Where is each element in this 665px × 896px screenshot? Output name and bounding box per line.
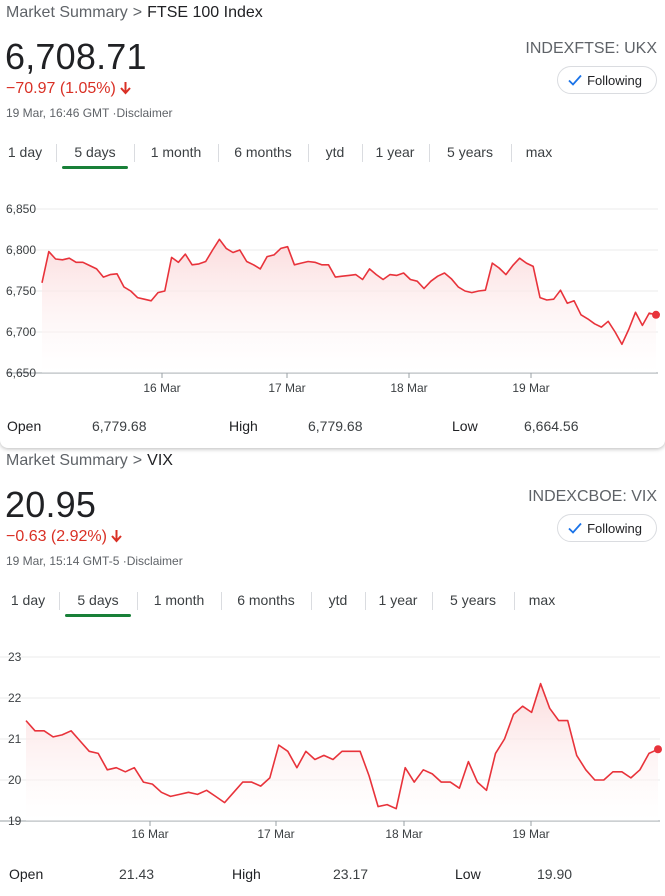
low-label: Low xyxy=(455,866,481,882)
open-label: Open xyxy=(9,866,44,882)
y-tick-label: 20 xyxy=(8,773,22,787)
open-value: 6,779.68 xyxy=(92,418,147,434)
price-chart: 6,850 6,800 6,750 6,700 6,650 16 Mar 17 Mar 18 … xyxy=(6,202,660,395)
last-point-marker xyxy=(652,310,660,319)
stats-row: Open 6,779.68 High 6,779.68 Low 6,664.56 xyxy=(0,418,665,438)
x-tick-label: 17 Mar xyxy=(268,381,305,395)
high-label: High xyxy=(229,418,258,434)
y-tick-label: 6,750 xyxy=(6,284,36,298)
low-label: Low xyxy=(452,418,478,434)
y-tick-label: 6,650 xyxy=(6,366,36,380)
series-area xyxy=(42,239,656,373)
x-tick-label: 17 Mar xyxy=(257,827,294,841)
last-point-marker xyxy=(654,745,662,754)
y-tick-label: 6,800 xyxy=(6,243,36,257)
y-tick-label: 22 xyxy=(8,691,22,705)
open-label: Open xyxy=(7,418,42,434)
x-tick-label: 19 Mar xyxy=(512,827,549,841)
high-value: 6,779.68 xyxy=(308,418,363,434)
high-label: High xyxy=(232,866,261,882)
price-chart: 23 22 21 20 19 16 Mar 17 Mar 18 Mar 19 Mar xyxy=(0,650,662,841)
x-tick-label: 18 Mar xyxy=(385,827,422,841)
y-tick-label: 19 xyxy=(8,814,22,828)
y-tick-label: 6,700 xyxy=(6,325,36,339)
y-tick-label: 21 xyxy=(8,732,22,746)
y-tick-label: 6,850 xyxy=(6,202,36,216)
open-value: 21.43 xyxy=(119,866,155,882)
x-tick-label: 19 Mar xyxy=(512,381,549,395)
x-tick-label: 18 Mar xyxy=(390,381,427,395)
high-value: 23.17 xyxy=(333,866,369,882)
low-value: 6,664.56 xyxy=(524,418,579,434)
stats-row: Open 21.43 High 23.17 Low 19.90 xyxy=(0,866,665,886)
x-tick-label: 16 Mar xyxy=(143,381,180,395)
x-tick-label: 16 Mar xyxy=(131,827,168,841)
low-value: 19.90 xyxy=(537,866,573,882)
vix-quote-card: Market Summary > VIX 20.95 −0.63 (2.92%) 1… xyxy=(0,448,665,896)
y-tick-label: 23 xyxy=(8,650,22,664)
ftse-quote-card: Market Summary > FTSE 100 Index 6,708.71 −… xyxy=(0,0,665,448)
